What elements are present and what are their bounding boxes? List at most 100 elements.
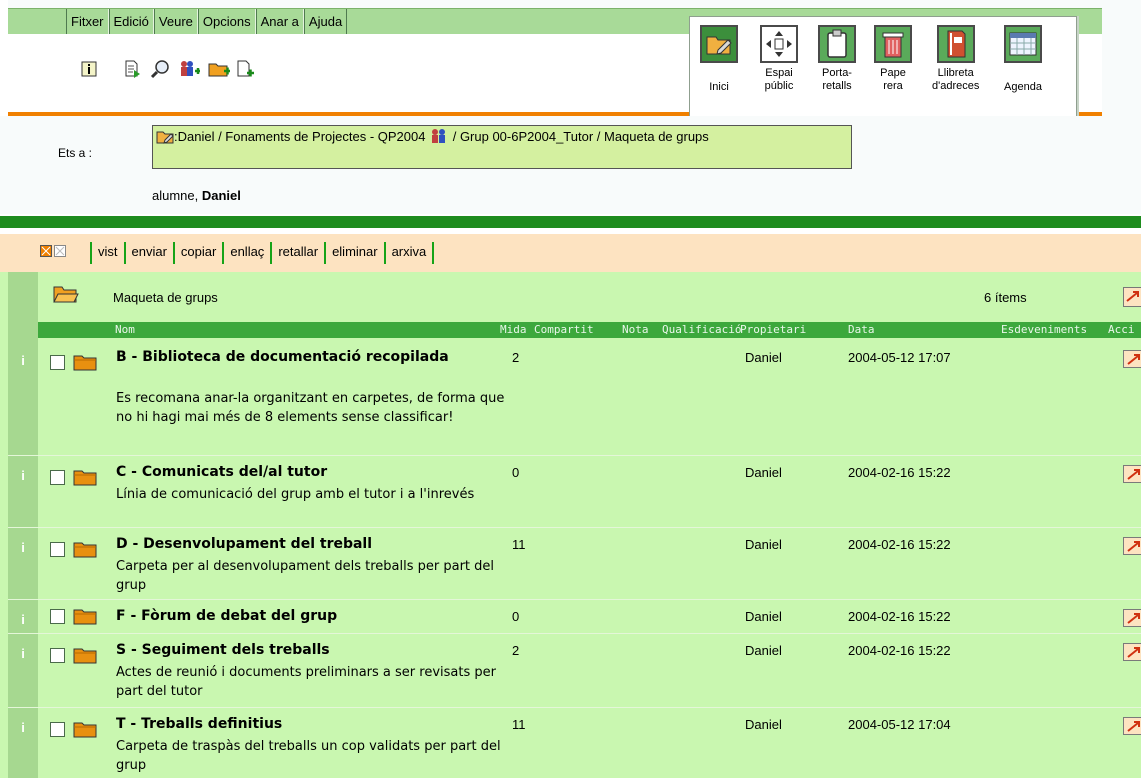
row-title[interactable]: C - Comunicats del/al tutor bbox=[116, 462, 496, 482]
row-action-icon[interactable] bbox=[1123, 465, 1141, 483]
row-owner: Daniel bbox=[745, 643, 782, 658]
table-row: i C - Comunicats del/al tutor Línia de c… bbox=[8, 456, 1141, 528]
row-size: 0 bbox=[512, 465, 520, 480]
breadcrumb-group-link[interactable]: / Grup 00-6P2004_Tutor / Maqueta de grup… bbox=[453, 129, 709, 144]
row-checkbox[interactable] bbox=[50, 470, 65, 485]
col-esdeveniments[interactable]: Esdeveniments bbox=[1001, 323, 1087, 336]
table-row: i S - Seguiment dels treballs Actes de r… bbox=[8, 634, 1141, 708]
col-nom[interactable]: Nom bbox=[115, 323, 135, 336]
row-size: 11 bbox=[512, 537, 526, 552]
menu-veure[interactable]: Veure bbox=[153, 9, 198, 35]
row-action-icon[interactable] bbox=[1123, 609, 1141, 627]
info-icon[interactable] bbox=[78, 58, 100, 80]
folder-icon bbox=[73, 542, 97, 558]
folder-action-icon[interactable] bbox=[1123, 287, 1141, 307]
row-date: 2004-02-16 15:22 bbox=[848, 643, 951, 658]
row-title[interactable]: T - Treballs definitius bbox=[116, 714, 496, 734]
nav-label: Pape rera bbox=[880, 67, 906, 92]
row-description: Carpeta per al desenvolupament dels treb… bbox=[116, 559, 495, 593]
col-mida[interactable]: Mida bbox=[500, 323, 527, 336]
action-copiar[interactable]: copiar bbox=[172, 242, 222, 264]
trash-icon bbox=[874, 25, 912, 63]
row-owner: Daniel bbox=[745, 537, 782, 552]
nav-inici[interactable]: Inici bbox=[700, 25, 738, 94]
add-document-icon[interactable] bbox=[234, 58, 256, 80]
row-size: 0 bbox=[512, 609, 520, 624]
action-arxiva[interactable]: arxiva bbox=[383, 242, 435, 264]
new-folder-icon[interactable] bbox=[208, 58, 230, 80]
nav-porta-retalls[interactable]: Porta- retalls bbox=[818, 25, 856, 93]
row-title[interactable]: S - Seguiment dels treballs bbox=[116, 640, 496, 660]
nav-label: Espai públic bbox=[764, 67, 794, 92]
action-retallar[interactable]: retallar bbox=[270, 242, 324, 264]
col-nota[interactable]: Nota bbox=[622, 323, 649, 336]
top-area: Fitxer Edició Veure Opcions Anar a Ajuda bbox=[0, 0, 1141, 116]
menu: Fitxer Edició Veure Opcions Anar a Ajuda bbox=[66, 9, 348, 35]
folder-header: Maqueta de grups 6 ítems bbox=[38, 272, 1141, 322]
menu-anar-a[interactable]: Anar a bbox=[255, 9, 304, 35]
info-icon[interactable]: i bbox=[8, 634, 38, 707]
nav-agenda[interactable]: Agenda bbox=[1004, 25, 1042, 94]
new-document-icon[interactable] bbox=[122, 58, 144, 80]
row-action-icon[interactable] bbox=[1123, 350, 1141, 368]
breadcrumb: :Daniel / Fonaments de Projectes - QP200… bbox=[152, 125, 852, 169]
action-vist[interactable]: vist bbox=[90, 242, 124, 264]
deselect-all-icon[interactable] bbox=[54, 245, 66, 257]
action-enviar[interactable]: enviar bbox=[123, 242, 173, 264]
nav-paperera[interactable]: Pape rera bbox=[874, 25, 912, 93]
breadcrumb-course-link[interactable]: :Daniel / Fonaments de Projectes - QP200… bbox=[174, 129, 425, 144]
row-title[interactable]: B - Biblioteca de documentació recopilad… bbox=[116, 347, 496, 367]
row-description: Actes de reunió i documents preliminars … bbox=[116, 665, 496, 699]
menu-fitxer[interactable]: Fitxer bbox=[66, 9, 109, 35]
row-date: 2004-02-16 15:22 bbox=[848, 537, 951, 552]
nav-llibreta-adreces[interactable]: Llibreta d'adreces bbox=[932, 25, 979, 93]
col-compartit[interactable]: Compartit bbox=[534, 323, 594, 336]
info-icon[interactable]: i bbox=[8, 600, 38, 633]
action-enllac[interactable]: enllaç bbox=[222, 242, 270, 264]
row-owner: Daniel bbox=[745, 717, 782, 732]
row-title[interactable]: D - Desenvolupament del treball bbox=[116, 534, 496, 554]
action-eliminar[interactable]: eliminar bbox=[324, 242, 384, 264]
menu-edicio[interactable]: Edició bbox=[108, 9, 154, 35]
green-separator bbox=[0, 216, 1141, 228]
menu-opcions[interactable]: Opcions bbox=[197, 9, 256, 35]
row-date: 2004-02-16 15:22 bbox=[848, 465, 951, 480]
info-icon[interactable]: i bbox=[8, 708, 38, 778]
nav-espai-public[interactable]: Espai públic bbox=[760, 25, 798, 93]
row-date: 2004-05-12 17:04 bbox=[848, 717, 951, 732]
location-label: Ets a : bbox=[58, 146, 93, 160]
folder-icon bbox=[73, 648, 97, 664]
col-qualificacio[interactable]: Qualificació bbox=[662, 323, 741, 336]
row-description: Carpeta de traspàs del treballs un cop v… bbox=[116, 739, 501, 773]
row-size: 11 bbox=[512, 717, 526, 732]
row-action-icon[interactable] bbox=[1123, 717, 1141, 735]
search-icon[interactable] bbox=[150, 58, 172, 80]
folder-icon bbox=[73, 609, 97, 625]
row-action-icon[interactable] bbox=[1123, 537, 1141, 555]
row-title[interactable]: F - Fòrum de debat del grup bbox=[116, 606, 496, 626]
select-all-icon[interactable] bbox=[40, 245, 52, 257]
folder-pencil-icon bbox=[700, 25, 738, 63]
info-icon[interactable]: i bbox=[8, 456, 38, 527]
nav-label: Agenda bbox=[1004, 81, 1042, 93]
info-icon[interactable]: i bbox=[8, 341, 38, 455]
col-propietari[interactable]: Propietari bbox=[740, 323, 806, 336]
folder-icon bbox=[73, 355, 97, 371]
user-name: Daniel bbox=[201, 188, 241, 203]
row-action-icon[interactable] bbox=[1123, 643, 1141, 661]
add-group-icon[interactable] bbox=[178, 58, 200, 80]
row-checkbox[interactable] bbox=[50, 648, 65, 663]
folder-pencil-icon bbox=[156, 128, 174, 149]
table-row: i B - Biblioteca de documentació recopil… bbox=[8, 341, 1141, 456]
info-icon[interactable]: i bbox=[8, 528, 38, 599]
col-data[interactable]: Data bbox=[848, 323, 875, 336]
row-checkbox[interactable] bbox=[50, 355, 65, 370]
row-date: 2004-02-16 15:22 bbox=[848, 609, 951, 624]
row-checkbox[interactable] bbox=[50, 609, 65, 624]
col-accions[interactable]: Acci bbox=[1108, 323, 1135, 336]
row-owner: Daniel bbox=[745, 350, 782, 365]
row-checkbox[interactable] bbox=[50, 722, 65, 737]
menu-ajuda[interactable]: Ajuda bbox=[303, 9, 348, 35]
row-checkbox[interactable] bbox=[50, 542, 65, 557]
nav-label: Llibreta d'adreces bbox=[932, 67, 980, 92]
